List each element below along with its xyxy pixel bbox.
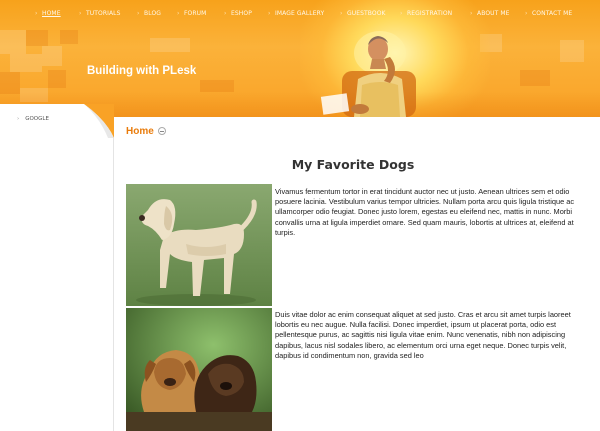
arrow-icon: ›: [79, 10, 82, 17]
content-paragraph: Vivamus fermentum tortor in erat tincidu…: [275, 187, 575, 237]
nav-label: GUESTBOOK: [347, 10, 386, 17]
arrow-icon: ›: [268, 10, 271, 17]
nav-item-about-me[interactable]: › ABOUT ME: [470, 10, 510, 17]
dog-photo-labrador: [126, 184, 272, 306]
nav-item-registration[interactable]: › REGISTRATION: [400, 10, 452, 17]
arrow-icon: ›: [224, 10, 227, 17]
nav-item-image-gallery[interactable]: › IMAGE GALLERY: [268, 10, 324, 17]
nav-label: REGISTRATION: [407, 10, 453, 17]
nav-label: ESHOP: [231, 10, 252, 17]
site-title: Building with PLesk: [87, 65, 197, 77]
bullet-icon: ›: [17, 116, 20, 122]
arrow-icon: ›: [470, 10, 473, 17]
nav-item-home[interactable]: › HOME: [35, 10, 61, 17]
main-nav: › HOME › TUTORIALS › BLOG › FORUM › ESHOP › IM…: [0, 0, 600, 26]
nav-item-guestbook[interactable]: › GUESTBOOK: [340, 10, 386, 17]
arrow-icon: ›: [35, 10, 38, 17]
arrow-icon: ›: [177, 10, 180, 17]
sidebar-link-google[interactable]: › GOOGLE: [17, 116, 49, 122]
page-heading: My Favorite Dogs: [291, 157, 415, 172]
nav-label: ABOUT ME: [477, 10, 510, 17]
nav-item-tutorials[interactable]: › TUTORIALS: [79, 10, 121, 17]
nav-item-eshop[interactable]: › ESHOP: [224, 10, 252, 17]
arrow-icon: ›: [525, 10, 528, 17]
collapse-icon[interactable]: [158, 127, 166, 135]
arrow-icon: ›: [137, 10, 140, 17]
nav-label: CONTACT ME: [532, 10, 573, 17]
nav-label: IMAGE GALLERY: [275, 10, 325, 17]
nav-item-contact-me[interactable]: › CONTACT ME: [525, 10, 572, 17]
header-person-image: [320, 31, 416, 117]
arrow-icon: ›: [400, 10, 403, 17]
sidebar-link-label: GOOGLE: [25, 116, 49, 122]
dog-photo-puppies: [126, 308, 272, 431]
nav-item-forum[interactable]: › FORUM: [177, 10, 206, 17]
page-curl-decoration: [84, 104, 114, 138]
content-paragraph: Duis vitae dolor ac enim consequat aliqu…: [275, 310, 571, 360]
sidebar: › GOOGLE: [0, 104, 114, 431]
nav-item-blog[interactable]: › BLOG: [137, 10, 161, 17]
nav-label: FORUM: [184, 10, 207, 17]
nav-label: HOME: [42, 10, 61, 17]
nav-label: BLOG: [144, 10, 162, 17]
nav-label: TUTORIALS: [86, 10, 121, 17]
arrow-icon: ›: [340, 10, 343, 17]
breadcrumb-home[interactable]: Home: [126, 126, 154, 137]
site-header: › HOME › TUTORIALS › BLOG › FORUM › ESHOP › IM…: [0, 0, 600, 117]
